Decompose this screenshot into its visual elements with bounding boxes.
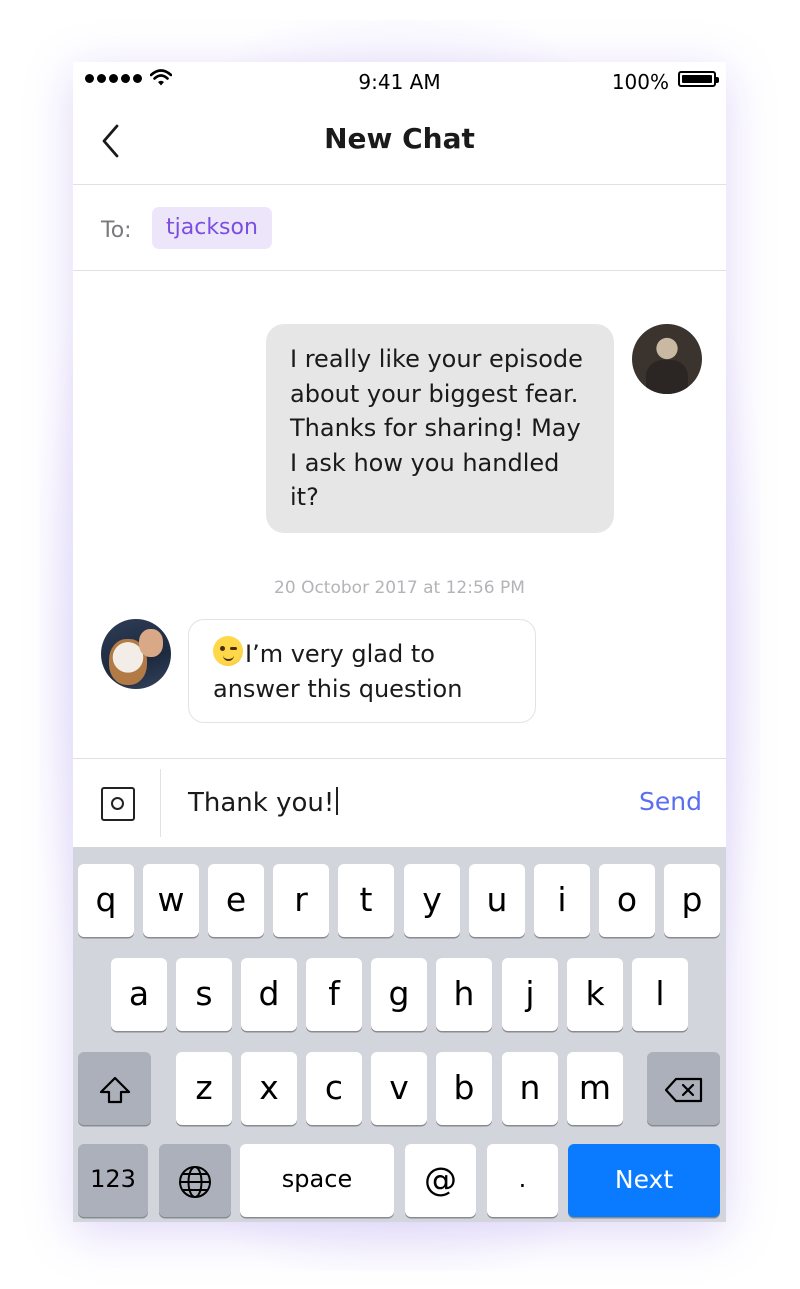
- outgoing-message-bubble: I really like your episode about your bi…: [266, 324, 614, 533]
- key-f[interactable]: f: [306, 958, 362, 1031]
- at-key[interactable]: @: [405, 1144, 476, 1217]
- battery-icon: [678, 71, 719, 87]
- message-timestamp: 20 Octobor 2017 at 12:56 PM: [274, 578, 525, 598]
- key-t[interactable]: t: [338, 864, 394, 937]
- globe-icon: [179, 1165, 211, 1198]
- page-title: New Chat: [324, 122, 475, 155]
- camera-icon: [111, 797, 124, 810]
- battery-percent: 100%: [611, 70, 669, 94]
- key-y[interactable]: y: [404, 864, 460, 937]
- incoming-message-text: I’m very glad to answer this question: [213, 640, 463, 703]
- key-c[interactable]: c: [306, 1052, 362, 1125]
- key-q[interactable]: q: [78, 864, 134, 937]
- avatar: [632, 324, 702, 394]
- key-u[interactable]: u: [469, 864, 525, 937]
- key-j[interactable]: j: [502, 958, 558, 1031]
- key-n[interactable]: n: [502, 1052, 558, 1125]
- backspace-icon: [664, 1077, 702, 1102]
- send-button[interactable]: Send: [639, 787, 702, 816]
- key-g[interactable]: g: [371, 958, 427, 1031]
- phone-screen: 9:41 AM 100% New Chat To: tjackson I rea…: [73, 62, 726, 1222]
- navigation-bar: New Chat: [73, 100, 726, 185]
- globe-key[interactable]: [159, 1144, 231, 1217]
- message-input[interactable]: Thank you!: [188, 787, 339, 818]
- numbers-key[interactable]: 123: [78, 1144, 148, 1217]
- key-x[interactable]: x: [241, 1052, 297, 1125]
- message-composer: Thank you! Send: [73, 758, 726, 847]
- key-h[interactable]: h: [436, 958, 492, 1031]
- key-i[interactable]: i: [534, 864, 590, 937]
- space-key[interactable]: space: [240, 1144, 394, 1217]
- winking-face-emoji: [213, 636, 243, 666]
- key-p[interactable]: p: [664, 864, 720, 937]
- keyboard: q w e r t y u i o p a s d f g h j k l z …: [73, 847, 726, 1222]
- key-l[interactable]: l: [632, 958, 688, 1031]
- key-o[interactable]: o: [599, 864, 655, 937]
- recipient-row: To: tjackson: [73, 184, 726, 271]
- avatar: [101, 619, 171, 689]
- camera-button[interactable]: [101, 787, 135, 821]
- key-z[interactable]: z: [176, 1052, 232, 1125]
- backspace-key[interactable]: [647, 1052, 720, 1125]
- key-s[interactable]: s: [176, 958, 232, 1031]
- status-bar: 9:41 AM 100%: [73, 62, 726, 100]
- text-caret: [336, 787, 339, 815]
- next-key[interactable]: Next: [568, 1144, 720, 1217]
- recipient-chip[interactable]: tjackson: [152, 207, 272, 249]
- key-m[interactable]: m: [567, 1052, 623, 1125]
- key-v[interactable]: v: [371, 1052, 427, 1125]
- incoming-message-bubble: I’m very glad to answer this question: [188, 619, 536, 723]
- key-w[interactable]: w: [143, 864, 199, 937]
- key-r[interactable]: r: [273, 864, 329, 937]
- period-key[interactable]: .: [487, 1144, 558, 1217]
- key-d[interactable]: d: [241, 958, 297, 1031]
- key-k[interactable]: k: [567, 958, 623, 1031]
- divider: [160, 769, 161, 837]
- message-input-value: Thank you!: [188, 788, 335, 818]
- shift-key[interactable]: [78, 1052, 151, 1125]
- recipient-label: To:: [101, 218, 132, 243]
- key-b[interactable]: b: [436, 1052, 492, 1125]
- shift-icon: [99, 1076, 130, 1103]
- key-e[interactable]: e: [208, 864, 264, 937]
- key-a[interactable]: a: [111, 958, 167, 1031]
